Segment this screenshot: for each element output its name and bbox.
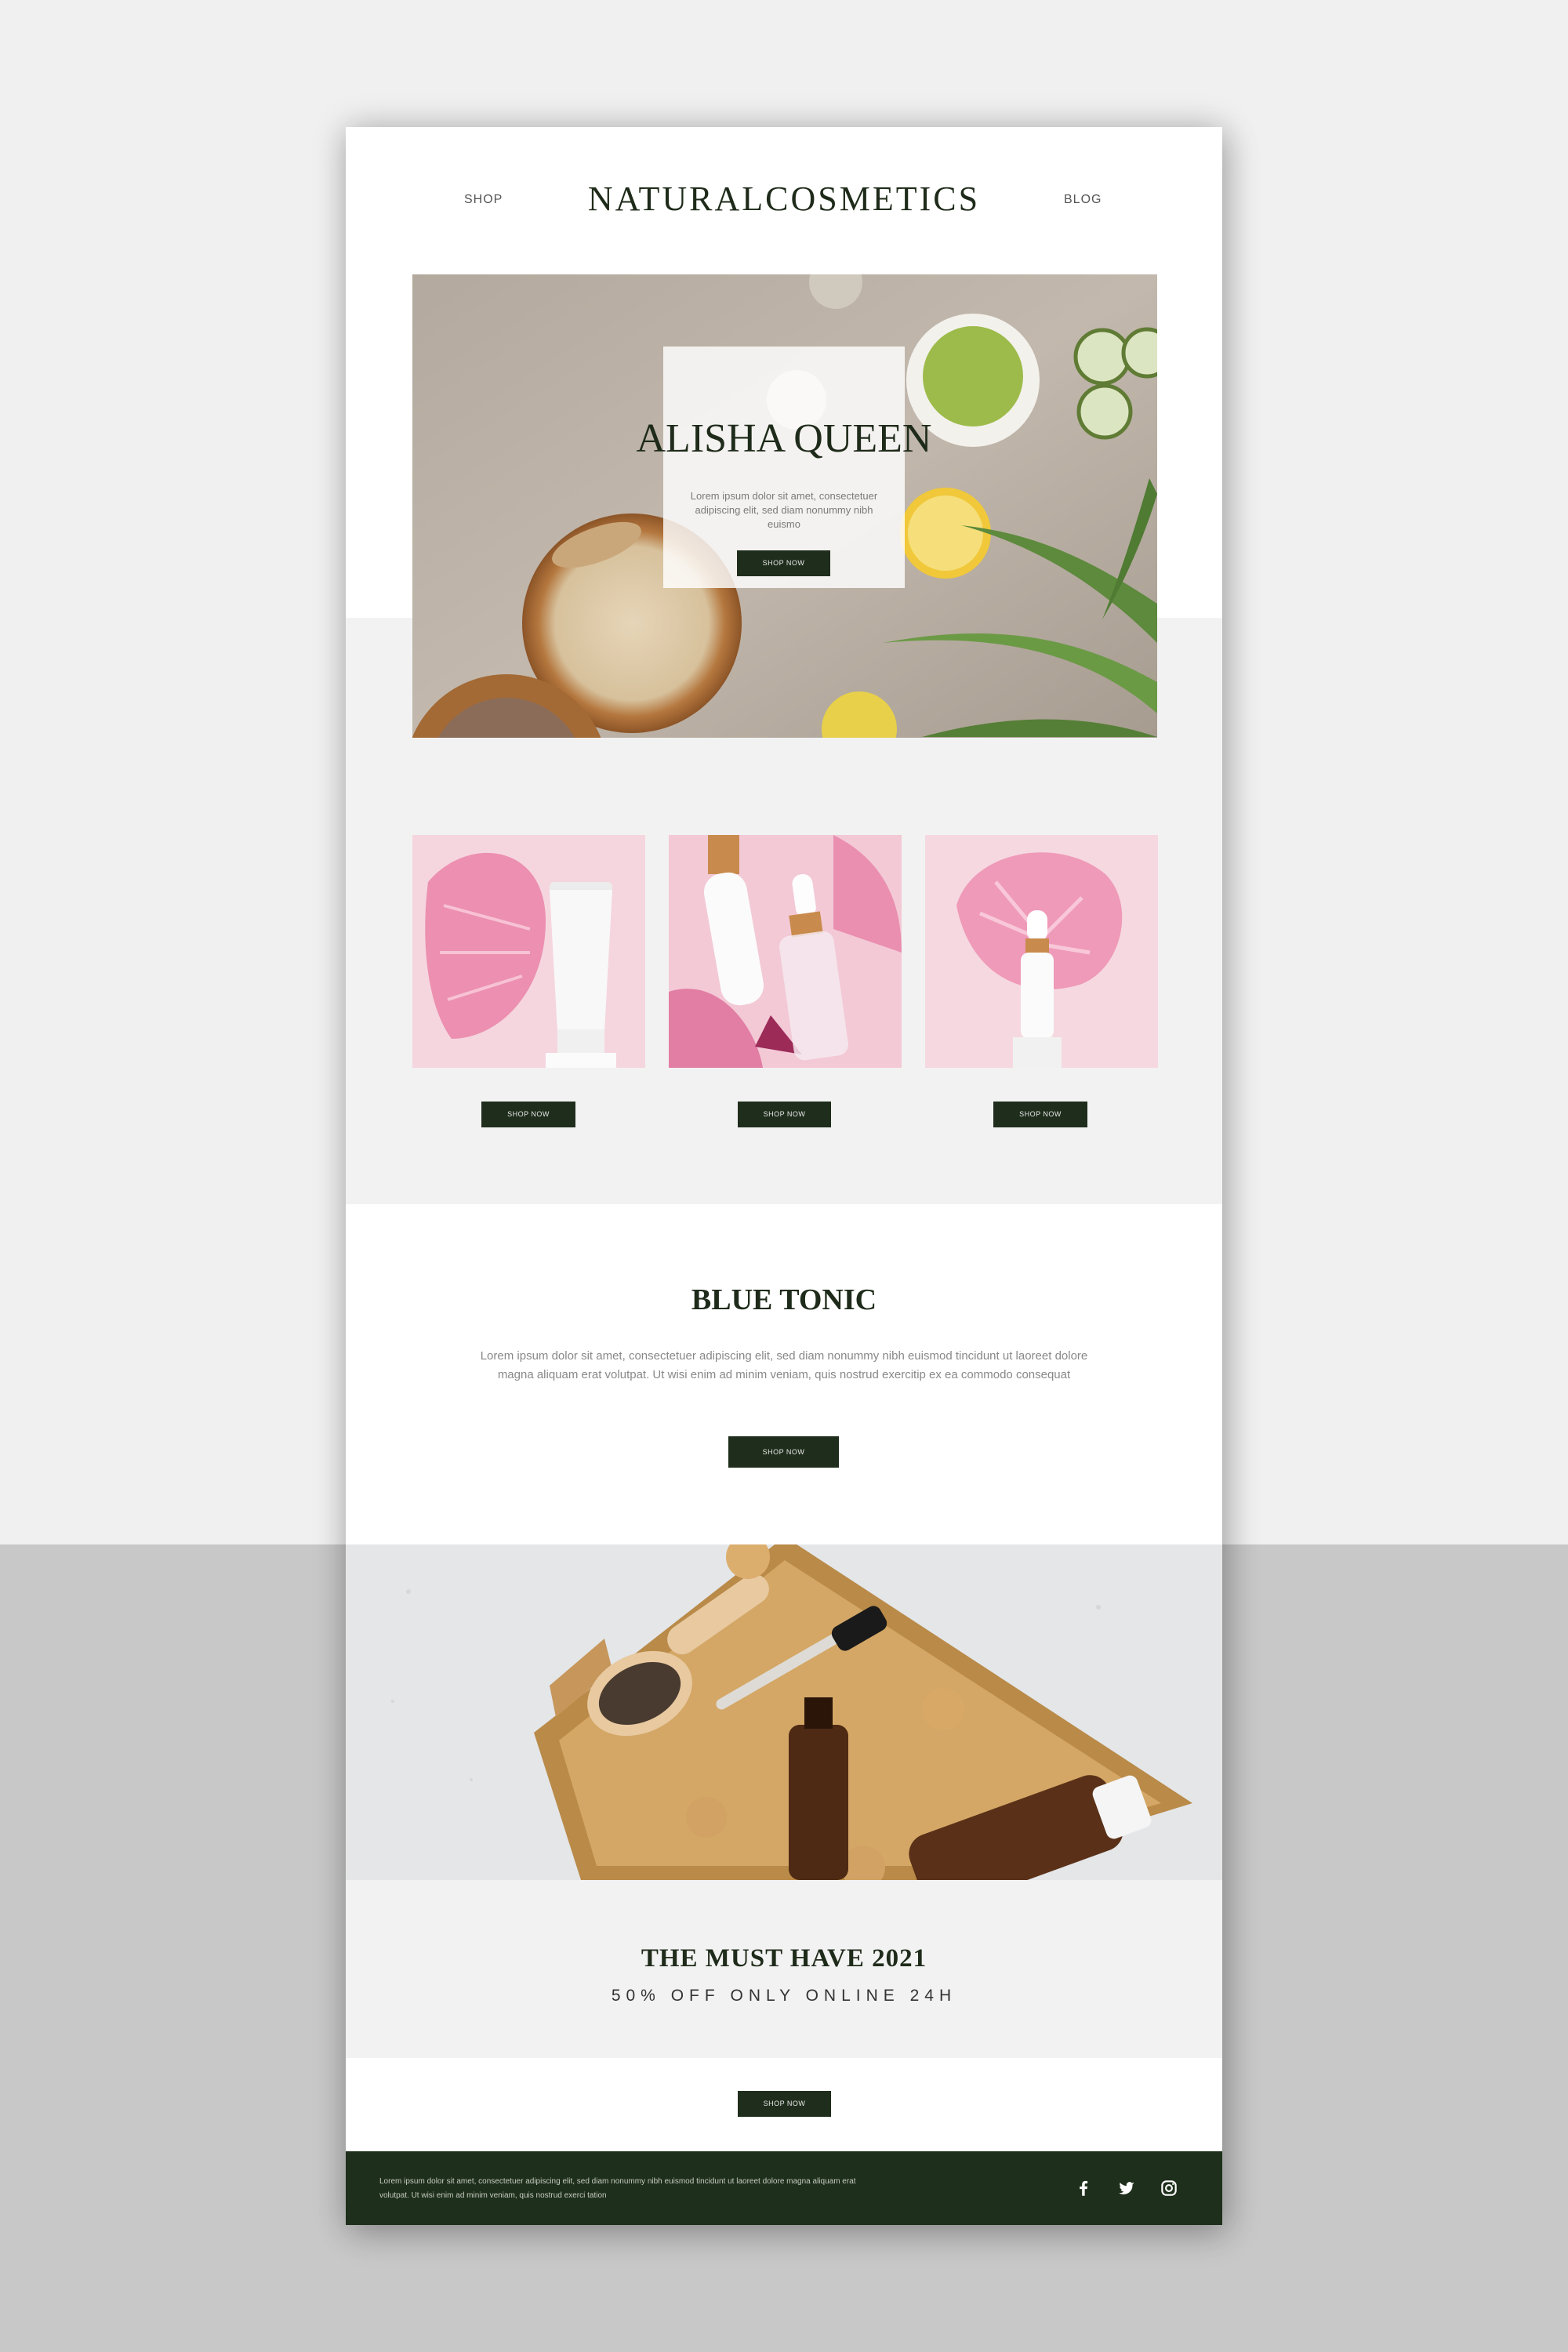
hero-title: ALISHA QUEEN [636,416,932,461]
feature-title: BLUE TONIC [691,1283,877,1316]
product-photo-serums [669,835,902,1068]
product-tile-1[interactable] [412,835,645,1068]
product-2-shop-now-button[interactable]: SHOP NOW [738,1102,831,1127]
promo-subtitle: 50% OFF ONLY ONLINE 24H [611,1987,957,2005]
hero-description: Lorem ipsum dolor sit amet, consectetuer… [690,490,878,530]
feature-shop-now-button[interactable]: SHOP NOW [728,1436,839,1468]
product-1-shop-now-button[interactable]: SHOP NOW [481,1102,575,1127]
webpage-mockup: SHOP NATURALCOSMETICS BLOG ALISHA QUEEN … [346,127,1222,2225]
nav-blog-link[interactable]: BLOG [1064,193,1102,207]
wooden-tray-photo [346,1544,1222,1880]
promo-shop-now-button[interactable]: SHOP NOW [738,2091,831,2117]
product-photo-dropper [925,835,1158,1068]
footer-text: Lorem ipsum dolor sit amet, consectetuer… [379,2177,856,2200]
product-3-shop-now-button[interactable]: SHOP NOW [993,1102,1087,1127]
product-tile-2[interactable] [669,835,902,1068]
product-photo-tube [412,835,645,1068]
tray-products-image [346,1544,1222,1880]
feature-description: Lorem ipsum dolor sit amet, consectetuer… [480,1349,1088,1381]
product-tile-3[interactable] [925,835,1158,1068]
instagram-icon[interactable] [1159,2178,1179,2198]
facebook-icon[interactable] [1073,2178,1094,2198]
promo-title: THE MUST HAVE 2021 [641,1944,927,1973]
footer: Lorem ipsum dolor sit amet, consectetuer… [346,2151,1222,2225]
hero-shop-now-button[interactable]: SHOP NOW [737,550,830,576]
twitter-icon[interactable] [1116,2178,1137,2198]
